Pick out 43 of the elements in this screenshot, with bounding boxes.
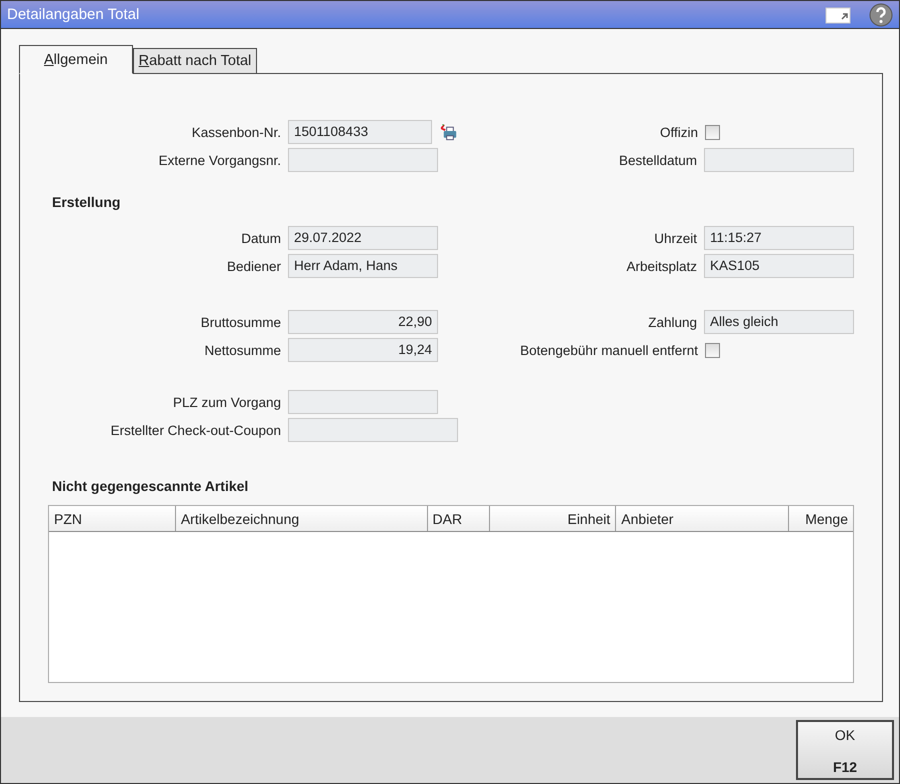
field-label: Zahlung	[647, 314, 697, 330]
input-field[interactable]: KAS105	[704, 254, 854, 278]
field-label: Nettosumme	[203, 342, 281, 358]
field-label: Bediener	[226, 258, 281, 274]
field-label: Offizin	[658, 124, 698, 140]
field-label: Datum	[240, 230, 281, 246]
input-field[interactable]: 19,24	[288, 338, 438, 362]
input-field[interactable]: Alles gleich	[704, 310, 854, 334]
input-field[interactable]: 1501108433	[288, 120, 432, 144]
printer-icon[interactable]	[438, 122, 458, 142]
input-field[interactable]: 29.07.2022	[288, 226, 438, 250]
field-label: Erstellter Check-out-Coupon	[110, 422, 281, 438]
checkbox[interactable]	[705, 124, 720, 140]
ok-button[interactable]: OK F12	[796, 720, 894, 780]
input-field[interactable]	[704, 148, 854, 172]
field-label: Externe Vorgangsnr.	[158, 152, 281, 168]
export-icon[interactable]	[825, 4, 851, 25]
window-title: Detailangaben Total	[7, 6, 140, 24]
tab[interactable]: Allgemein	[19, 45, 133, 74]
section-heading: Nicht gegengescannte Artikel	[52, 478, 250, 496]
help-icon[interactable]	[869, 2, 893, 27]
input-field[interactable]	[288, 390, 438, 414]
field-label: Bestelldatum	[618, 152, 697, 168]
field-label: Bruttosumme	[200, 314, 281, 330]
input-field[interactable]: Herr Adam, Hans	[288, 254, 438, 278]
column-header[interactable]: Anbieter	[616, 506, 790, 532]
checkbox[interactable]	[705, 342, 720, 358]
input-field[interactable]	[288, 418, 458, 442]
input-field[interactable]	[288, 148, 438, 172]
column-header[interactable]: PZN	[49, 506, 176, 532]
field-label: PLZ zum Vorgang	[172, 394, 281, 410]
column-header[interactable]: Einheit	[490, 506, 616, 532]
input-field[interactable]: 22,90	[288, 310, 438, 334]
field-label: Arbeitsplatz	[625, 258, 697, 274]
field-label: Botengebühr manuell entfernt	[519, 342, 698, 358]
column-header[interactable]: DAR	[428, 506, 490, 532]
tab[interactable]: Rabatt nach Total	[132, 48, 258, 74]
field-label: Uhrzeit	[653, 230, 697, 246]
column-header[interactable]: Menge	[789, 506, 853, 532]
input-field[interactable]: 11:15:27	[704, 226, 854, 250]
column-header[interactable]: Artikelbezeichnung	[176, 506, 428, 532]
section-heading: Erstellung	[52, 194, 122, 212]
field-label: Kassenbon-Nr.	[190, 124, 281, 140]
